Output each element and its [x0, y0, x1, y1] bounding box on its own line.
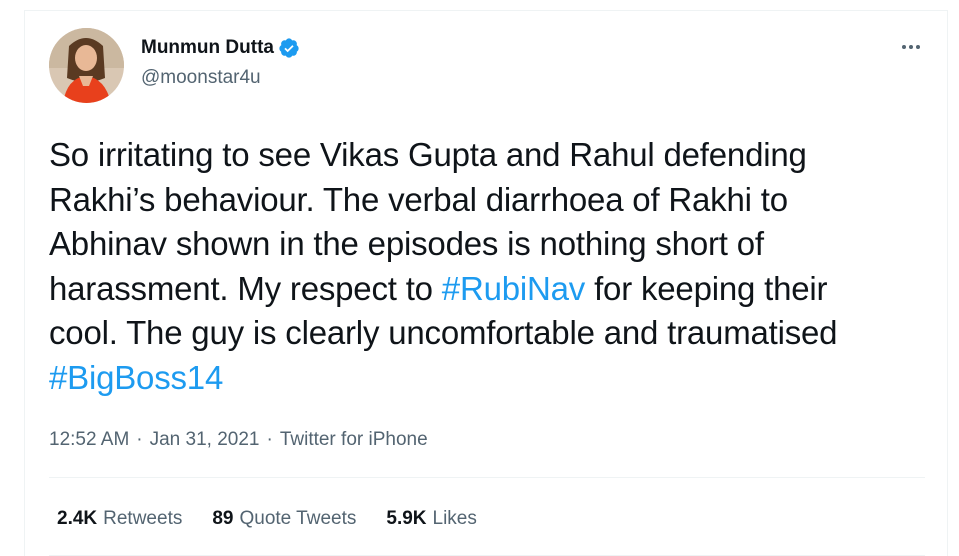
quote-tweets-stat[interactable]: 89 Quote Tweets	[212, 508, 356, 530]
tweet-text-segment: Abhinav shown in the episodes is nothing…	[49, 225, 764, 262]
author-name-row: Munmun Dutta	[141, 37, 300, 59]
tweet-stats: 2.4K Retweets 89 Quote Tweets 5.9K Likes	[57, 508, 477, 530]
meta-separator: ·	[136, 429, 143, 450]
retweets-label: Retweets	[103, 508, 183, 529]
divider	[49, 477, 925, 478]
tweet-text-line: harassment. My respect to #RubiNav for k…	[49, 267, 929, 312]
tweet-text-line: cool. The guy is clearly uncomfortable a…	[49, 311, 929, 356]
likes-stat[interactable]: 5.9K Likes	[386, 508, 477, 530]
meta-separator: ·	[266, 429, 273, 450]
tweet-text-segment: cool. The guy is clearly uncomfortable a…	[49, 314, 838, 351]
tweet-text-line: So irritating to see Vikas Gupta and Rah…	[49, 133, 929, 178]
tweet-text-line: Abhinav shown in the episodes is nothing…	[49, 222, 929, 267]
retweets-stat[interactable]: 2.4K Retweets	[57, 508, 182, 530]
likes-count: 5.9K	[386, 508, 427, 529]
verified-badge-icon	[278, 37, 300, 59]
hashtag-link[interactable]: #BigBoss14	[49, 359, 223, 396]
hashtag-link[interactable]: #RubiNav	[442, 270, 586, 307]
tweet-text-segment: for keeping their	[585, 269, 828, 307]
author-display-name[interactable]: Munmun Dutta	[141, 37, 274, 59]
tweet-meta: 12:52 AM · Jan 31, 2021 · Twitter for iP…	[49, 429, 428, 451]
tweet-text-segment: harassment. My respect to	[49, 269, 442, 307]
tweet-text: So irritating to see Vikas Gupta and Rah…	[49, 133, 929, 400]
likes-label: Likes	[432, 508, 477, 529]
tweet-text-segment: So irritating to see Vikas Gupta and Rah…	[49, 136, 807, 173]
tweet-text-segment: Rakhi’s behaviour. The verbal diarrhoea …	[49, 180, 788, 218]
tweet-text-line: #BigBoss14	[49, 356, 929, 401]
retweets-count: 2.4K	[57, 508, 98, 529]
tweet-card: Munmun Dutta @moonstar4u So irritating t…	[24, 10, 948, 556]
quotes-label: Quote Tweets	[239, 508, 357, 529]
more-options-icon[interactable]	[896, 39, 926, 55]
author-handle[interactable]: @moonstar4u	[141, 67, 261, 89]
tweet-text-line: Rakhi’s behaviour. The verbal diarrhoea …	[49, 178, 929, 223]
quotes-count: 89	[212, 508, 234, 529]
tweet-date[interactable]: Jan 31, 2021	[150, 429, 260, 451]
tweet-time[interactable]: 12:52 AM	[49, 429, 129, 451]
avatar[interactable]	[49, 28, 124, 103]
tweet-source[interactable]: Twitter for iPhone	[280, 429, 428, 451]
